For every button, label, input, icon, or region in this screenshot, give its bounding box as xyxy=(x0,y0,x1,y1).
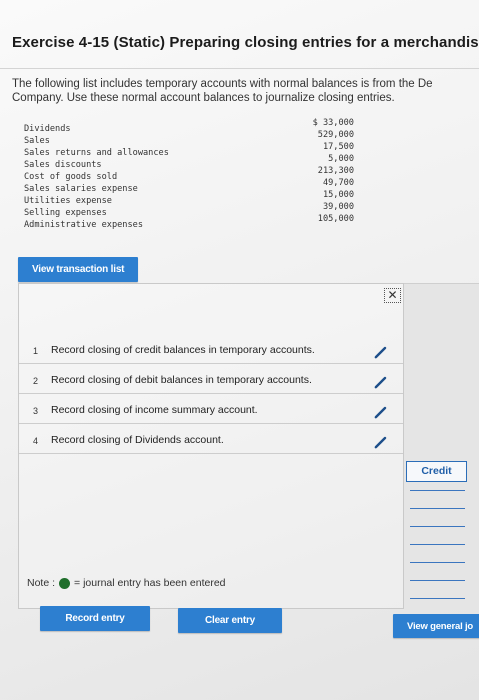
account-name: Cost of goods sold xyxy=(24,172,118,182)
description-line-2: Company. Use these normal account balanc… xyxy=(12,92,395,104)
task-number: 1 xyxy=(33,346,39,356)
exercise-title: Exercise 4-15 (Static) Preparing closing… xyxy=(12,34,479,51)
account-balance: 5,000 xyxy=(328,154,354,164)
account-balance: 105,000 xyxy=(317,214,354,224)
account-name: Sales returns and allowances xyxy=(24,148,169,158)
credit-line xyxy=(410,562,465,563)
account-name: Administrative expenses xyxy=(24,220,143,230)
credit-line xyxy=(410,490,465,491)
divider xyxy=(0,68,479,69)
task-text: Record closing of credit balances in tem… xyxy=(51,344,315,356)
credit-line xyxy=(410,526,465,527)
credit-line xyxy=(410,580,465,581)
task-text: Record closing of income summary account… xyxy=(51,404,258,416)
account-names-list: Dividends Sales Sales returns and allowa… xyxy=(24,123,169,231)
green-dot-icon xyxy=(59,577,71,589)
credit-column-header: Credit xyxy=(406,461,467,482)
account-name: Selling expenses xyxy=(24,208,107,218)
view-general-journal-button[interactable]: View general jo xyxy=(393,614,479,638)
view-transaction-list-button[interactable]: View transaction list xyxy=(18,257,138,282)
pencil-icon[interactable] xyxy=(373,344,389,360)
task-item-2[interactable]: 2 Record closing of debit balances in te… xyxy=(19,370,403,394)
note-legend: Note : = journal entry has been entered xyxy=(27,577,226,589)
account-balance: $ 33,000 xyxy=(312,118,354,128)
description-line-1: The following list includes temporary ac… xyxy=(12,78,433,90)
credit-line xyxy=(410,544,465,545)
task-item-1[interactable]: 1 Record closing of credit balances in t… xyxy=(19,340,403,364)
account-balance: 213,300 xyxy=(317,166,354,176)
task-number: 2 xyxy=(33,376,39,386)
account-balance: 17,500 xyxy=(322,142,354,152)
task-item-4[interactable]: 4 Record closing of Dividends account. xyxy=(19,430,403,454)
task-text: Record closing of Dividends account. xyxy=(51,434,224,446)
pencil-icon[interactable] xyxy=(373,434,389,450)
account-name: Sales xyxy=(24,136,50,146)
account-balance: 39,000 xyxy=(322,202,354,212)
task-text: Record closing of debit balances in temp… xyxy=(51,374,312,386)
note-text: = journal entry has been entered xyxy=(74,577,226,589)
account-name: Sales salaries expense xyxy=(24,184,138,194)
account-name: Sales discounts xyxy=(24,160,102,170)
account-balance: 15,000 xyxy=(322,190,354,200)
pencil-icon[interactable] xyxy=(373,404,389,420)
account-balance: 529,000 xyxy=(317,130,354,140)
pencil-icon[interactable] xyxy=(373,374,389,390)
task-number: 3 xyxy=(33,406,39,416)
account-name: Dividends xyxy=(24,124,71,134)
credit-line xyxy=(410,508,465,509)
close-icon[interactable]: ✕ xyxy=(384,288,401,303)
account-name: Utilities expense xyxy=(24,196,112,206)
note-label: Note : xyxy=(27,577,56,589)
credit-line xyxy=(410,598,465,599)
clear-entry-button[interactable]: Clear entry xyxy=(178,608,282,633)
exercise-description: The following list includes temporary ac… xyxy=(12,77,433,105)
task-item-3[interactable]: 3 Record closing of income summary accou… xyxy=(19,400,403,424)
journal-side-panel xyxy=(404,283,479,610)
task-number: 4 xyxy=(33,436,39,446)
account-balances-list: $ 33,000 529,000 17,500 5,000 213,300 49… xyxy=(290,117,354,225)
account-balance: 49,700 xyxy=(322,178,354,188)
record-entry-button[interactable]: Record entry xyxy=(40,606,150,631)
